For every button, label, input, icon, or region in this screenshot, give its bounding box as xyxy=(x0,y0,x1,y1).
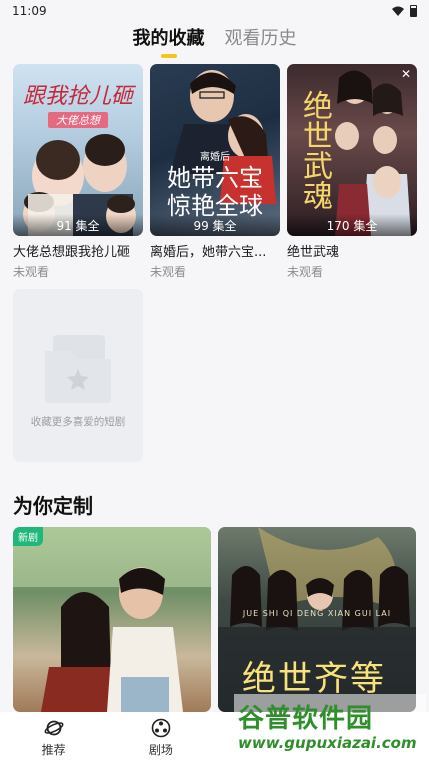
favorite-card[interactable]: 绝世武魂 ✕ 170 集全 绝世武魂 未观看 xyxy=(287,64,417,280)
watermark-url: www.gupuxiazai.com xyxy=(238,734,417,752)
tab-favorites[interactable]: 我的收藏 xyxy=(132,22,205,58)
favorite-title[interactable]: 离婚后，她带六宝... xyxy=(150,241,280,260)
status-icons xyxy=(392,5,417,17)
film-reel-icon xyxy=(151,718,171,737)
recommend-card[interactable]: 新剧 xyxy=(13,527,211,712)
poster-title: 绝世齐等 xyxy=(242,659,386,699)
watermark: 谷普软件园 www.gupuxiazai.com xyxy=(234,694,426,760)
episode-count: 170 集全 xyxy=(287,214,417,236)
new-badge: 新剧 xyxy=(13,527,43,546)
episode-count: 99 集全 xyxy=(150,214,280,236)
poster-title: 绝世武魂 xyxy=(297,90,332,210)
battery-icon xyxy=(410,5,417,17)
watch-status: 未观看 xyxy=(150,265,187,279)
empty-folder-icon xyxy=(45,335,111,403)
close-icon[interactable]: ✕ xyxy=(399,67,413,81)
nav-theater-label: 剧场 xyxy=(148,742,173,757)
favorite-poster[interactable]: 离婚后 她带六宝 惊艳全球 99 集全 xyxy=(150,64,280,236)
favorite-poster[interactable]: 绝世武魂 ✕ 170 集全 xyxy=(287,64,417,236)
watch-status: 未观看 xyxy=(13,265,50,279)
favorite-card[interactable]: 离婚后 她带六宝 惊艳全球 99 集全 离婚后，她带六宝... 未观看 xyxy=(150,64,280,280)
status-bar: 11:09 xyxy=(0,0,429,22)
status-time: 11:09 xyxy=(12,4,47,18)
tab-history[interactable]: 观看历史 xyxy=(225,22,297,56)
tab-bar: 我的收藏 观看历史 xyxy=(0,22,429,58)
nav-recommend-label: 推荐 xyxy=(41,742,66,757)
poster-title: 跟我抢儿砸 大佬总想 xyxy=(22,84,133,128)
tab-history-label: 观看历史 xyxy=(224,28,297,49)
poster-subtitle: JUE SHI QI DENG XIAN GUI LAI xyxy=(242,609,392,618)
nav-recommend[interactable]: 推荐 xyxy=(14,718,94,758)
favorites-grid: 跟我抢儿砸 大佬总想 91 集全 大佬总想跟我抢儿砸 未观看 离婚后 她带六宝 … xyxy=(13,64,417,280)
empty-hint: 收藏更多喜爱的短剧 xyxy=(30,416,126,428)
tab-favorites-label: 我的收藏 xyxy=(132,28,205,49)
watch-status: 未观看 xyxy=(287,265,324,279)
episode-count: 91 集全 xyxy=(13,214,143,236)
poster-title: 离婚后 她带六宝 惊艳全球 xyxy=(167,152,263,220)
recommend-card[interactable]: JUE SHI QI DENG XIAN GUI LAI 绝世齐等 xyxy=(218,527,416,712)
wifi-icon xyxy=(392,6,404,16)
poster-art xyxy=(13,527,211,712)
favorite-title[interactable]: 绝世武魂 xyxy=(287,241,417,260)
favorite-card[interactable]: 跟我抢儿砸 大佬总想 91 集全 大佬总想跟我抢儿砸 未观看 xyxy=(13,64,143,280)
planet-icon xyxy=(44,720,64,735)
nav-theater[interactable]: 剧场 xyxy=(121,718,201,758)
watermark-title: 谷普软件园 xyxy=(238,704,374,734)
recommend-grid: 新剧 JUE SHI QI DENG XIAN GUI LAI 绝世齐等 xyxy=(13,527,416,712)
favorite-poster[interactable]: 跟我抢儿砸 大佬总想 91 集全 xyxy=(13,64,143,236)
add-favorite-placeholder[interactable]: 收藏更多喜爱的短剧 xyxy=(13,289,143,462)
section-title: 为你定制 xyxy=(13,494,93,518)
tab-active-indicator xyxy=(160,54,177,58)
favorite-title[interactable]: 大佬总想跟我抢儿砸 xyxy=(13,241,143,260)
